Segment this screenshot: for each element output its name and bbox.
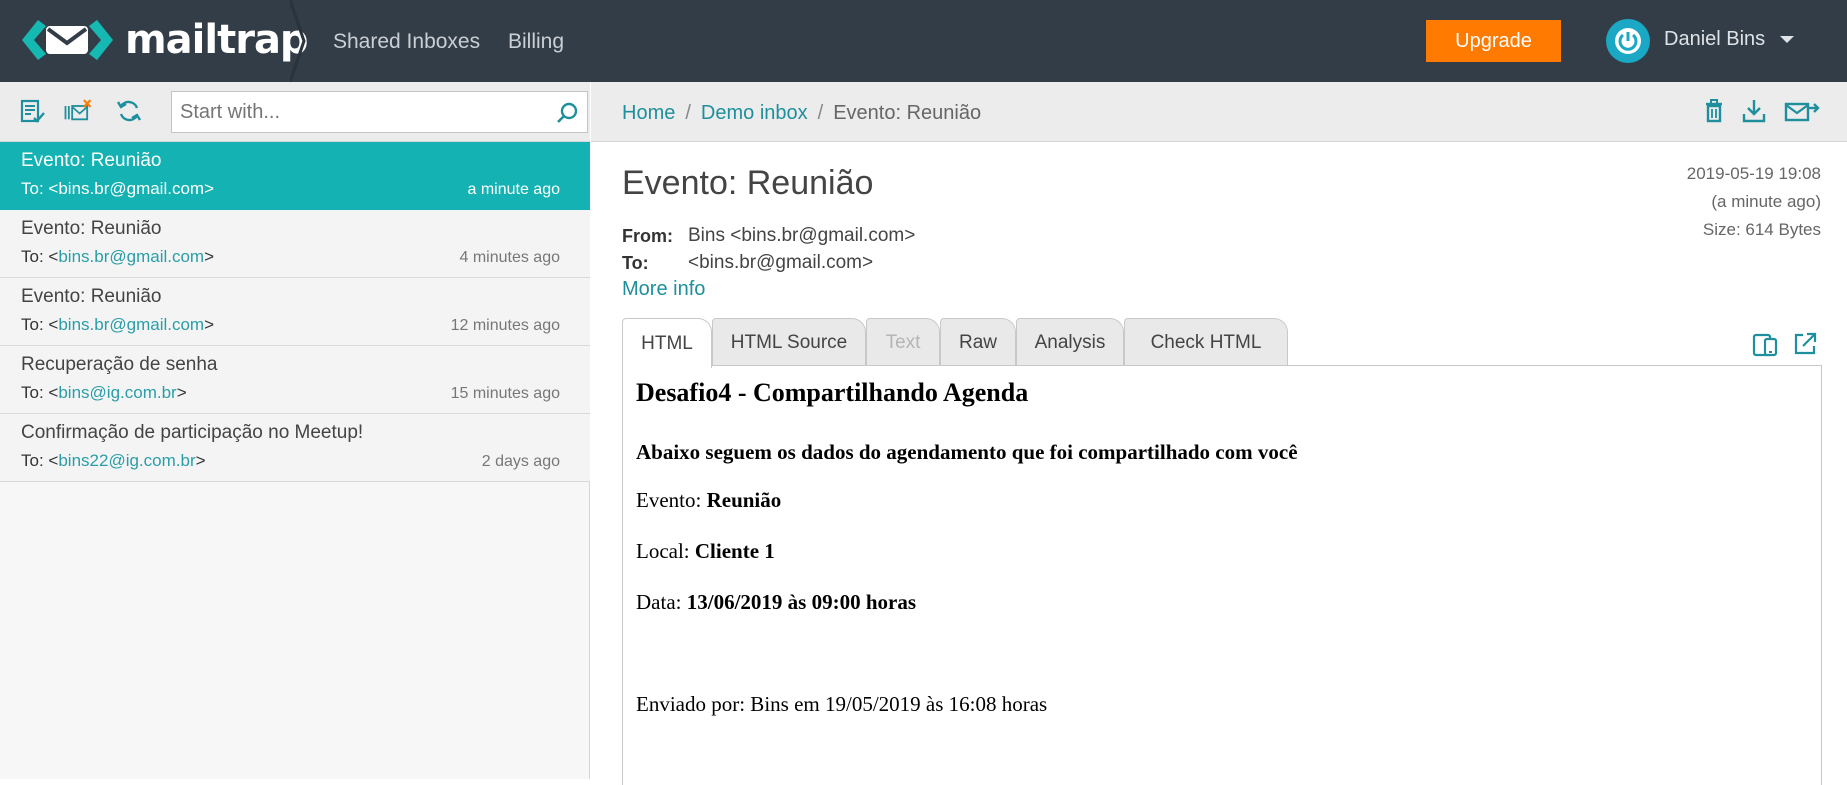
upgrade-button[interactable]: Upgrade xyxy=(1426,20,1561,62)
download-icon[interactable] xyxy=(1739,96,1769,126)
user-name[interactable]: Daniel Bins xyxy=(1664,28,1765,51)
list-item[interactable]: Evento: Reunião To: <bins.br@gmail.com> … xyxy=(0,142,590,210)
preview-subheading: Abaixo seguem os dados do agendamento qu… xyxy=(636,440,1298,464)
clear-inbox-icon[interactable] xyxy=(63,96,93,126)
email-subject: Evento: Reunião xyxy=(622,164,874,202)
message-recipient: To: <bins@ig.com.br> xyxy=(21,383,187,402)
preview-evento: Evento: Reunião xyxy=(636,488,782,512)
tab-analysis[interactable]: Analysis xyxy=(1016,318,1124,366)
tab-raw[interactable]: Raw xyxy=(940,318,1016,366)
more-info-link[interactable]: More info xyxy=(622,278,705,301)
list-item[interactable]: Confirmação de participação no Meetup! T… xyxy=(0,414,590,482)
mailtrap-logo-icon xyxy=(22,20,113,60)
preview-footer: Enviado por: Bins em 19/05/2019 às 16:08… xyxy=(636,692,1048,716)
message-recipient: To: <bins22@ig.com.br> xyxy=(21,451,206,470)
message-recipient: To: <bins.br@gmail.com> xyxy=(21,179,215,198)
breadcrumb-separator: / xyxy=(685,102,691,124)
message-subject: Recuperação de senha xyxy=(21,354,218,375)
breadcrumb-home[interactable]: Home xyxy=(622,102,675,124)
tab-text: Text xyxy=(866,318,940,366)
to-value: <bins.br@gmail.com> xyxy=(688,252,874,273)
message-time: 2 days ago xyxy=(481,453,560,470)
breadcrumb-current: Evento: Reunião xyxy=(833,102,982,124)
preview-heading: Desafio4 - Compartilhando Agenda xyxy=(636,378,1029,407)
mailtrap-logo[interactable]: mailtrap xyxy=(20,16,309,64)
email-date: 2019-05-19 19:08 xyxy=(1686,164,1821,183)
message-subject: Evento: Reunião xyxy=(21,150,162,171)
message-list-toolbar xyxy=(0,82,590,142)
message-recipient: To: <bins.br@gmail.com> xyxy=(21,315,215,334)
list-item[interactable]: Evento: Reunião To: <bins.br@gmail.com> … xyxy=(0,278,590,346)
trash-icon[interactable] xyxy=(1699,96,1729,126)
breadcrumb-bar: Home / Demo inbox / Evento: Reunião xyxy=(591,82,1847,142)
message-time: 4 minutes ago xyxy=(459,249,560,266)
forward-email-icon[interactable] xyxy=(1783,96,1821,126)
mark-read-icon[interactable] xyxy=(18,96,48,126)
breadcrumb: Home / Demo inbox / Evento: Reunião xyxy=(622,102,981,125)
power-icon xyxy=(1615,28,1641,54)
from-value: Bins <bins.br@gmail.com> xyxy=(688,225,916,246)
nav-billing[interactable]: Billing xyxy=(508,30,564,54)
preview-data: Data: 13/06/2019 às 09:00 horas xyxy=(636,590,916,614)
breadcrumb-separator: / xyxy=(817,102,824,124)
message-subject: Evento: Reunião xyxy=(21,218,162,239)
logo-text: mailtrap xyxy=(125,17,309,63)
email-size: Size: 614 Bytes xyxy=(1702,220,1821,239)
message-list-pane: Evento: Reunião To: <bins.br@gmail.com> … xyxy=(0,82,590,779)
top-navbar: mailtrap Shared Inboxes Billing Upgrade … xyxy=(0,0,1847,82)
html-preview: Desafio4 - Compartilhando Agenda Abaixo … xyxy=(622,365,1822,785)
list-item[interactable]: Evento: Reunião To: <bins.br@gmail.com> … xyxy=(0,210,590,278)
email-relative-time: (a minute ago) xyxy=(1711,192,1821,211)
search-box xyxy=(171,91,588,133)
message-time: 12 minutes ago xyxy=(450,317,560,334)
refresh-icon[interactable] xyxy=(114,96,144,126)
tab-html[interactable]: HTML xyxy=(622,318,712,368)
message-subject: Confirmação de participação no Meetup! xyxy=(21,422,364,443)
from-label: From: xyxy=(622,226,673,246)
message-recipient: To: <bins.br@gmail.com> xyxy=(21,247,215,266)
list-item[interactable]: Recuperação de senha To: <bins@ig.com.br… xyxy=(0,346,590,414)
search-input[interactable] xyxy=(172,92,532,132)
open-external-icon[interactable] xyxy=(1791,330,1819,358)
nav-shared-inboxes[interactable]: Shared Inboxes xyxy=(333,30,480,54)
message-detail-pane: Home / Demo inbox / Evento: Reunião Evento: … xyxy=(591,82,1847,785)
preview-local: Local: Cliente 1 xyxy=(636,539,775,563)
mobile-view-icon[interactable] xyxy=(1751,330,1779,358)
message-subject: Evento: Reunião xyxy=(21,286,162,307)
logo-divider xyxy=(290,0,306,82)
breadcrumb-inbox[interactable]: Demo inbox xyxy=(701,102,808,124)
email-meta: 2019-05-19 19:08 (a minute ago) Size: 61… xyxy=(1687,160,1821,244)
to-label: To: xyxy=(622,253,649,273)
message-time: a minute ago xyxy=(467,181,560,198)
tab-html-source[interactable]: HTML Source xyxy=(712,318,866,366)
search-icon[interactable] xyxy=(555,101,579,125)
user-menu-caret-icon[interactable] xyxy=(1780,36,1794,43)
avatar[interactable] xyxy=(1606,19,1650,63)
message-time: 15 minutes ago xyxy=(450,385,560,402)
tab-check-html[interactable]: Check HTML xyxy=(1124,318,1288,366)
